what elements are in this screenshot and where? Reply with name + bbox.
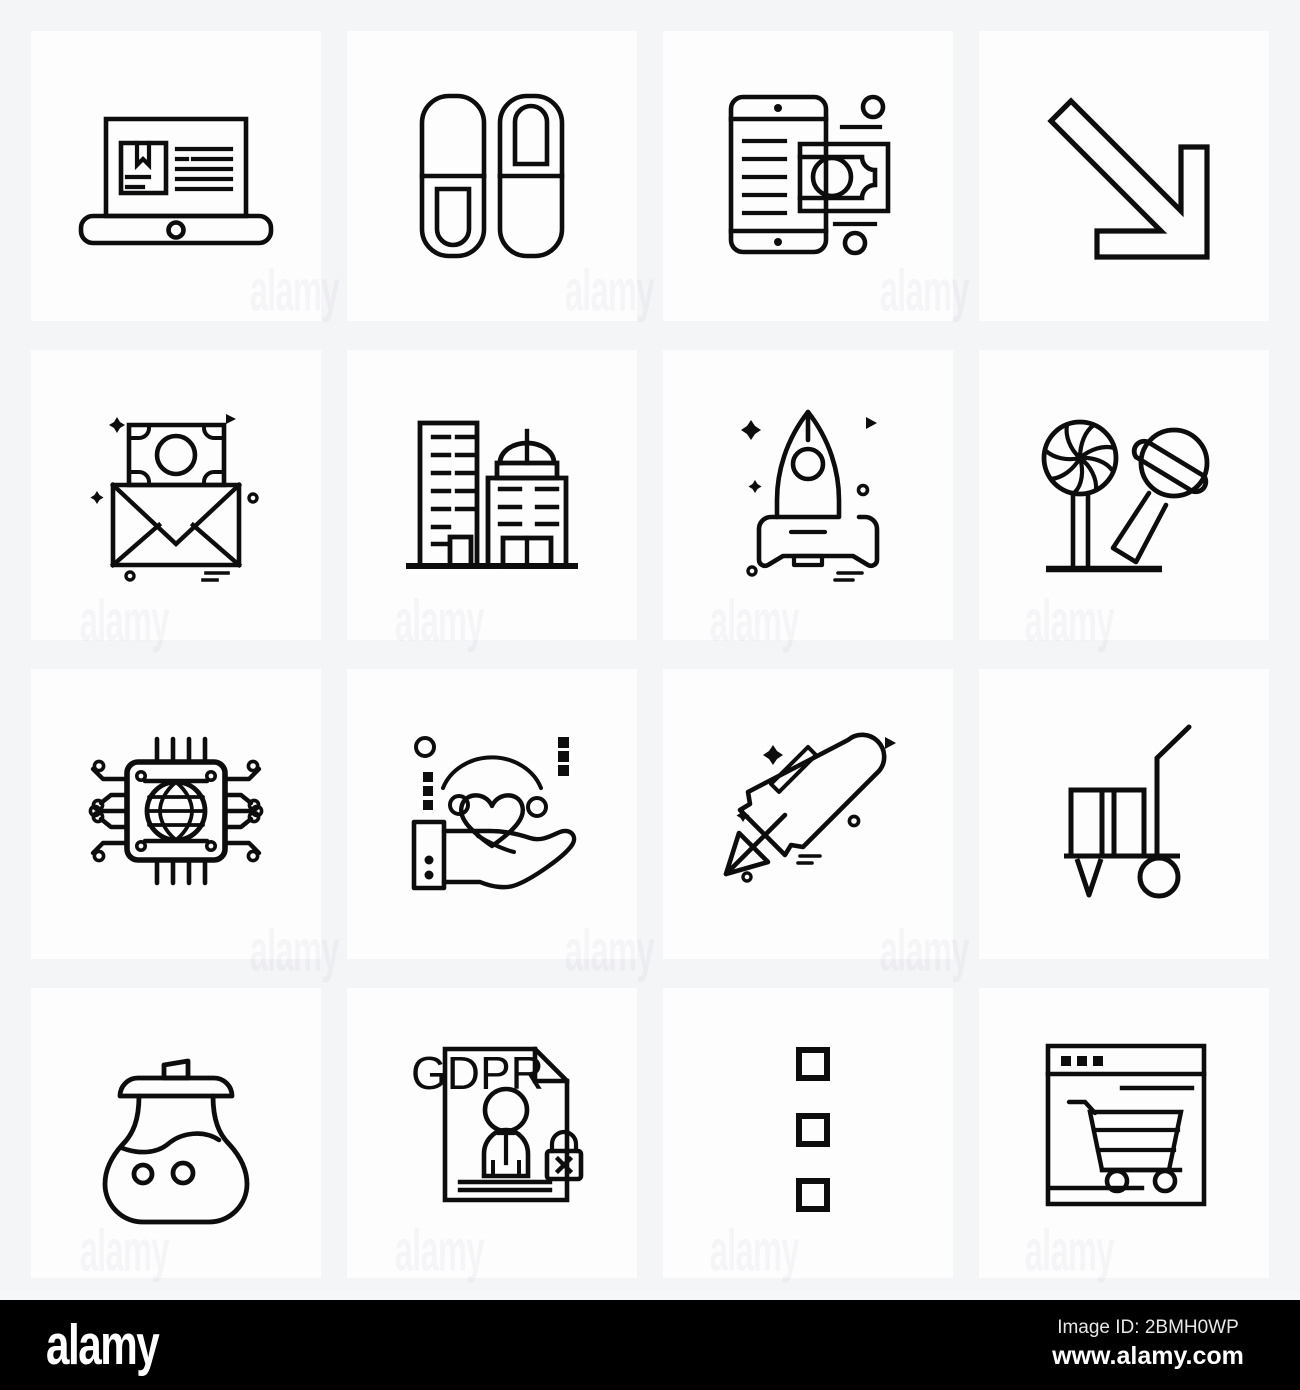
icon-grid-background: GDPR: [0, 0, 1300, 1290]
icon-tile-processor-globe[interactable]: [31, 669, 321, 959]
icon-tile-browser-shopping-cart[interactable]: [979, 988, 1269, 1278]
icon-tile-rocket[interactable]: [663, 350, 953, 640]
icon-grid: GDPR: [31, 31, 1269, 1278]
browser-shopping-cart-icon: [979, 988, 1269, 1278]
city-buildings-icon: [347, 350, 637, 640]
icon-tile-lollipops[interactable]: [979, 350, 1269, 640]
icon-tile-hand-heart[interactable]: [347, 669, 637, 959]
footer-top-strip: [0, 1290, 1300, 1300]
icon-tile-checkbox-list[interactable]: [663, 988, 953, 1278]
processor-globe-icon: [31, 669, 321, 959]
icon-tile-hand-truck[interactable]: [979, 669, 1269, 959]
icon-tile-mobile-payment[interactable]: [663, 31, 953, 321]
icon-tile-laptop-product-listing[interactable]: [31, 31, 321, 321]
icon-sheet-page: GDPR alamy Image ID: 2BMH0WP www.alamy.c…: [0, 0, 1300, 1390]
alamy-logo: alamy: [46, 1313, 160, 1377]
arrow-down-right-icon: [979, 31, 1269, 321]
alamy-footer-bar: alamy Image ID: 2BMH0WP www.alamy.com: [0, 1300, 1300, 1390]
alamy-url[interactable]: www.alamy.com: [1018, 1341, 1278, 1371]
icon-tile-city-buildings[interactable]: [347, 350, 637, 640]
gdpr-label: GDPR: [411, 1047, 544, 1099]
icon-tile-cutter-knife[interactable]: [663, 669, 953, 959]
hand-truck-icon: [979, 669, 1269, 959]
icon-tile-gdpr-document[interactable]: GDPR: [347, 988, 637, 1278]
laptop-product-listing-icon: [31, 31, 321, 321]
checkbox-list-icon: [663, 988, 953, 1278]
hand-heart-icon: [347, 669, 637, 959]
rocket-icon: [741, 350, 953, 640]
image-id-label: Image ID: 2BMH0WP: [1057, 1317, 1239, 1338]
capsule-pills-icon: [347, 31, 637, 321]
lollipops-icon: [979, 350, 1269, 640]
footer-meta: Image ID: 2BMH0WP www.alamy.com: [1018, 1316, 1278, 1371]
gdpr-document-icon: GDPR: [411, 988, 637, 1278]
cutter-knife-icon: [663, 669, 896, 959]
icon-tile-capsule-pills[interactable]: [347, 31, 637, 321]
lab-flask-icon: [31, 988, 321, 1278]
icon-tile-lab-flask[interactable]: [31, 988, 321, 1278]
icon-tile-money-envelope[interactable]: [31, 350, 321, 640]
icon-tile-arrow-down-right[interactable]: [979, 31, 1269, 321]
money-envelope-icon: [90, 414, 321, 640]
mobile-payment-icon: [663, 31, 953, 321]
